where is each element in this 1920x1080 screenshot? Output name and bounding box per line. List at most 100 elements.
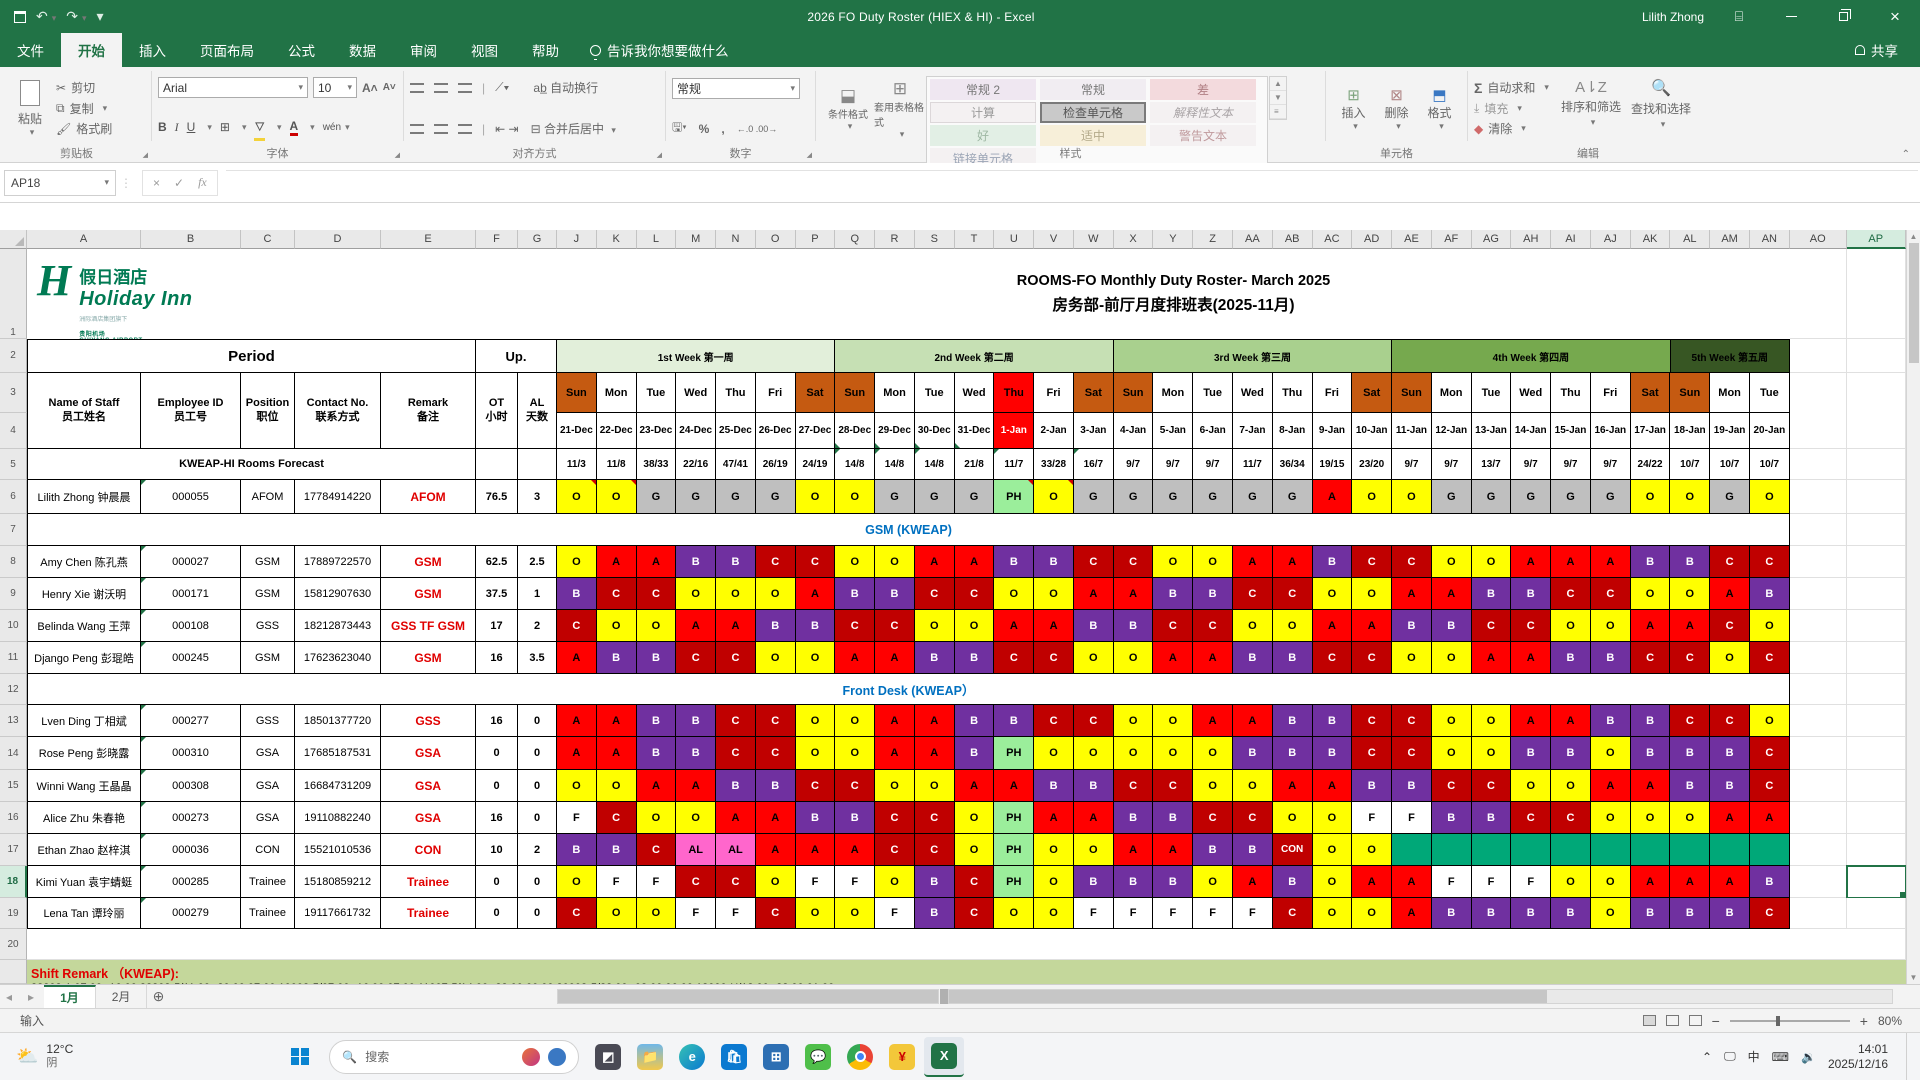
shift-cell[interactable]: C — [1551, 802, 1591, 834]
shift-cell[interactable]: B — [994, 546, 1035, 578]
cell[interactable] — [1789, 802, 1847, 834]
row-header-18[interactable]: 18 — [0, 866, 27, 898]
shift-cell[interactable]: A — [914, 705, 955, 737]
staff-name[interactable]: Lven Ding 丁相斌 — [27, 705, 141, 737]
font-size-combo[interactable]: 10 ▾ — [313, 77, 357, 98]
shift-cell[interactable]: B — [1630, 898, 1671, 929]
shift-cell[interactable]: PH — [994, 737, 1035, 770]
shift-cell[interactable]: A — [1113, 834, 1154, 866]
shift-cell[interactable]: O — [1352, 480, 1393, 514]
shift-cell[interactable]: C — [1749, 642, 1790, 674]
shift-cell[interactable]: C — [1392, 546, 1432, 578]
pane-split-handle[interactable] — [940, 989, 948, 1004]
autosum-button[interactable]: Σ 自动求和 ▾ — [1474, 78, 1549, 97]
shift-cell[interactable]: O — [1471, 546, 1512, 578]
style-chip[interactable]: 常规 — [1040, 79, 1146, 100]
page-layout-icon[interactable] — [1665, 1015, 1679, 1026]
shift-cell[interactable]: O — [1113, 737, 1154, 770]
column-header-Z[interactable]: Z — [1193, 230, 1234, 249]
forecast-cell[interactable]: 9/7 — [1193, 449, 1234, 480]
row-header-8[interactable]: 8 — [0, 546, 27, 578]
shift-cell[interactable]: O — [795, 480, 836, 514]
shift-cell[interactable]: O — [1272, 610, 1313, 642]
staff-ot[interactable]: 0 — [476, 737, 518, 770]
shift-cell[interactable]: F — [1392, 802, 1432, 834]
staff-al[interactable]: 1 — [518, 578, 557, 610]
shift-cell[interactable]: C — [755, 737, 796, 770]
staff-position[interactable]: AFOM — [241, 480, 295, 514]
forecast-cell[interactable]: 33/28 — [1034, 449, 1074, 480]
day-header[interactable]: Sun — [835, 373, 876, 413]
shift-cell[interactable]: C — [954, 578, 995, 610]
row-header-6[interactable]: 6 — [0, 480, 27, 514]
shift-cell[interactable]: A — [1590, 770, 1631, 802]
day-header[interactable]: Sat — [1352, 373, 1393, 413]
shift-cell[interactable]: A — [1233, 546, 1273, 578]
shift-cell[interactable]: C — [875, 610, 915, 642]
shift-cell[interactable]: CON — [1272, 834, 1313, 866]
shift-cell[interactable]: O — [1749, 480, 1790, 514]
hscrollbar-left[interactable] — [557, 989, 939, 1004]
shift-cell[interactable]: F — [557, 802, 597, 834]
shift-cell[interactable]: O — [1590, 898, 1631, 929]
week-header[interactable]: 4th Week 第四周 — [1392, 339, 1671, 373]
staff-al[interactable]: 2 — [518, 610, 557, 642]
column-header-AM[interactable]: AM — [1710, 230, 1750, 249]
forecast-cell[interactable]: 36/34 — [1272, 449, 1313, 480]
shift-cell[interactable]: G — [1590, 480, 1631, 514]
header-id[interactable]: Employee ID 员工号 — [141, 373, 241, 449]
style-chip[interactable]: 警告文本 — [1150, 125, 1256, 146]
shift-cell[interactable]: O — [1193, 866, 1234, 898]
shift-cell[interactable]: A — [1312, 610, 1353, 642]
shift-cell[interactable]: C — [914, 802, 955, 834]
staff-name[interactable]: Henry Xie 谢沃明 — [27, 578, 141, 610]
column-header-V[interactable]: V — [1034, 230, 1074, 249]
staff-name[interactable]: Belinda Wang 王萍 — [27, 610, 141, 642]
forecast-cell[interactable]: 14/8 — [875, 449, 915, 480]
forecast-cell[interactable]: 11/3 — [557, 449, 597, 480]
date-header[interactable]: 21-Dec — [557, 413, 597, 449]
cell[interactable] — [1846, 546, 1906, 578]
date-header[interactable]: 26-Dec — [755, 413, 796, 449]
shift-cell[interactable]: B — [1073, 770, 1114, 802]
merge-center-button[interactable]: ⊟ 合并后居中 ▾ — [531, 120, 616, 137]
shift-cell[interactable]: O — [1431, 642, 1472, 674]
shift-cell[interactable]: O — [596, 770, 637, 802]
date-header[interactable]: 29-Dec — [875, 413, 915, 449]
shift-cell[interactable]: O — [835, 546, 876, 578]
grow-font-icon[interactable]: A˄ — [362, 81, 378, 95]
shift-cell[interactable]: A — [676, 770, 717, 802]
shift-cell[interactable]: C — [914, 834, 955, 866]
decimal-icons[interactable]: ←.0 .00→ — [737, 124, 778, 134]
column-header-AE[interactable]: AE — [1392, 230, 1432, 249]
shift-cell[interactable] — [1710, 834, 1750, 866]
enter-icon[interactable]: ✓ — [174, 176, 184, 190]
shift-cell[interactable]: B — [954, 705, 995, 737]
staff-remark[interactable]: Trainee — [381, 866, 476, 898]
shift-cell[interactable]: B — [1511, 737, 1552, 770]
paste-button[interactable]: 粘贴 ▾ — [8, 76, 52, 142]
shift-cell[interactable]: A — [755, 834, 796, 866]
staff-contact[interactable]: 19110882240 — [295, 802, 381, 834]
shift-cell[interactable]: A — [1193, 705, 1234, 737]
shift-cell[interactable]: B — [596, 834, 637, 866]
shift-cell[interactable]: O — [954, 610, 995, 642]
staff-name[interactable]: Django Peng 彭琨皓 — [27, 642, 141, 674]
shrink-font-icon[interactable]: A˅ — [383, 82, 396, 93]
date-header[interactable]: 5-Jan — [1153, 413, 1194, 449]
shift-cell[interactable]: B — [1710, 770, 1750, 802]
edge-browser-icon[interactable]: e — [672, 1037, 712, 1077]
shift-cell[interactable]: A — [1630, 866, 1671, 898]
cell[interactable] — [1846, 480, 1906, 514]
period-header[interactable]: Period — [27, 339, 476, 373]
column-header-J[interactable]: J — [557, 230, 597, 249]
shift-cell[interactable]: C — [755, 546, 796, 578]
day-header[interactable]: Wed — [1233, 373, 1273, 413]
shift-cell[interactable]: B — [795, 610, 836, 642]
staff-contact[interactable]: 17685187531 — [295, 737, 381, 770]
shift-cell[interactable]: A — [1392, 866, 1432, 898]
keyboard-icon[interactable]: ⌨ — [1772, 1050, 1789, 1064]
shift-cell[interactable]: B — [914, 642, 955, 674]
forecast-cell[interactable]: 47/41 — [716, 449, 756, 480]
shift-cell[interactable]: B — [1670, 546, 1711, 578]
